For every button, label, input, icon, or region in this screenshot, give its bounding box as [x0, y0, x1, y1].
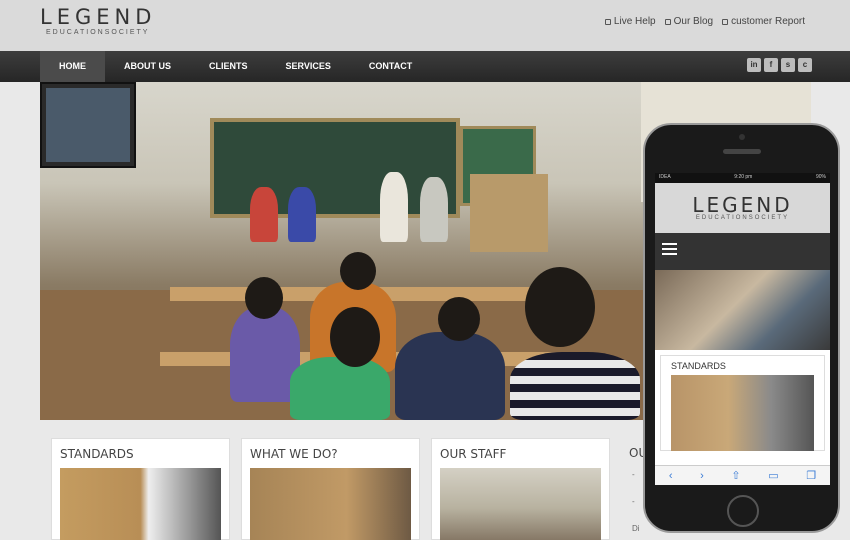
skype-icon[interactable]: s — [781, 58, 795, 72]
side-list-item[interactable]: Di — [632, 524, 640, 533]
side-list-item[interactable]: - — [632, 470, 640, 479]
logo-title: LEGEND — [40, 5, 157, 29]
phone-status-bar: IDEA 9:20 pm 90% — [655, 173, 830, 183]
top-links: Live Help Our Blog customer Report — [604, 16, 805, 27]
mobile-logo-subtitle: EDUCATIONSOCIETY — [695, 215, 790, 221]
site-header: LEGEND EDUCATIONSOCIETY Live Help Our Bl… — [0, 0, 850, 51]
phone-camera — [739, 134, 745, 140]
mobile-browser-toolbar: ‹ › ⇧ ▭ ❐ — [655, 465, 830, 485]
help-icon — [604, 18, 611, 25]
presenter — [250, 187, 278, 242]
student-head — [245, 277, 283, 319]
standards-card[interactable]: STANDARDS — [51, 438, 230, 540]
social-icons: in f s c — [747, 58, 812, 72]
live-help-link[interactable]: Live Help — [604, 16, 656, 27]
back-icon[interactable]: ‹ — [669, 470, 673, 482]
student-head — [438, 297, 480, 341]
chat-icon[interactable]: c — [798, 58, 812, 72]
side-list: - - Di — [632, 470, 640, 540]
nav-clients[interactable]: CLIENTS — [190, 51, 267, 82]
mobile-nav — [655, 233, 830, 270]
nav-about[interactable]: ABOUT US — [105, 51, 190, 82]
time-label: 9:20 pm — [734, 174, 753, 180]
share-icon[interactable]: ⇧ — [731, 469, 740, 482]
presenter — [288, 187, 316, 242]
phone-speaker — [723, 149, 761, 154]
live-help-label: Live Help — [613, 16, 656, 27]
side-list-item[interactable]: - — [632, 497, 640, 506]
mobile-card-image — [671, 375, 814, 451]
facebook-icon[interactable]: f — [764, 58, 778, 72]
mobile-card-title: STANDARDS — [671, 361, 726, 371]
tabs-icon[interactable]: ❐ — [806, 469, 816, 482]
nav-home[interactable]: HOME — [40, 51, 105, 82]
main-nav: HOME ABOUT US CLIENTS SERVICES CONTACT i… — [0, 51, 850, 82]
presenter — [420, 177, 448, 242]
standards-card-title: STANDARDS — [60, 447, 134, 461]
hamburger-menu-icon[interactable] — [662, 243, 823, 255]
student-head — [340, 252, 376, 290]
blog-link[interactable]: Our Blog — [664, 16, 714, 27]
phone-home-button — [727, 495, 759, 527]
student — [290, 357, 390, 420]
customer-report-link[interactable]: customer Report — [722, 16, 805, 27]
student — [395, 332, 505, 420]
battery-label: 90% — [815, 174, 826, 180]
linkedin-icon[interactable]: in — [747, 58, 761, 72]
phone-mockup: IDEA 9:20 pm 90% LEGEND EDUCATIONSOCIETY… — [643, 123, 840, 533]
nav-services[interactable]: SERVICES — [267, 51, 350, 82]
customer-report-label: customer Report — [731, 16, 805, 27]
what-we-do-card-image — [250, 468, 411, 540]
forward-icon[interactable]: › — [700, 470, 704, 482]
our-staff-card-image — [440, 468, 601, 540]
our-staff-card-title: OUR STAFF — [440, 447, 507, 461]
bookmarks-icon[interactable]: ▭ — [768, 469, 778, 482]
logo[interactable]: LEGEND EDUCATIONSOCIETY — [40, 6, 156, 37]
presenter — [380, 172, 408, 242]
our-staff-card[interactable]: OUR STAFF — [431, 438, 610, 540]
student — [510, 352, 640, 420]
mobile-hero-image — [655, 270, 830, 350]
nav-contact[interactable]: CONTACT — [350, 51, 431, 82]
student-head — [330, 307, 380, 367]
phone-screen: IDEA 9:20 pm 90% LEGEND EDUCATIONSOCIETY… — [655, 173, 830, 485]
what-we-do-card[interactable]: WHAT WE DO? — [241, 438, 420, 540]
standards-card-image — [60, 468, 221, 540]
blog-label: Our Blog — [673, 16, 714, 27]
student-head — [525, 267, 595, 347]
bookshelf — [470, 174, 548, 252]
mobile-logo-title: LEGEND — [692, 193, 793, 217]
report-icon — [722, 18, 729, 25]
classroom-tv — [40, 82, 136, 168]
what-we-do-card-title: WHAT WE DO? — [250, 447, 338, 461]
blog-icon — [664, 18, 671, 25]
logo-subtitle: EDUCATIONSOCIETY — [46, 29, 150, 36]
mobile-header: LEGEND EDUCATIONSOCIETY — [655, 183, 830, 233]
mobile-standards-card[interactable]: STANDARDS — [660, 355, 825, 451]
carrier-label: IDEA — [659, 174, 671, 180]
